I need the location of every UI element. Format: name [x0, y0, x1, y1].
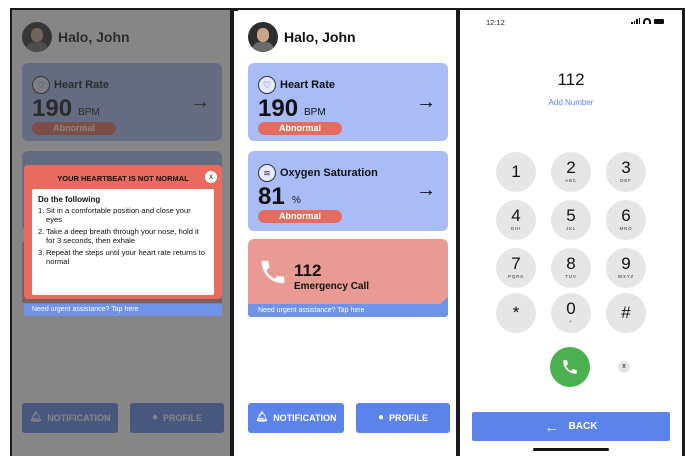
home-indicator [533, 448, 609, 451]
key-4[interactable]: 4 GHI [496, 200, 536, 240]
greeting-header: Halo, John [248, 22, 356, 52]
key-7[interactable]: 7 PQRS [496, 248, 536, 288]
heart-rate-title: Heart Rate [280, 79, 336, 91]
app-stage: Halo, John ♡ Heart Rate 190 BPM Abnormal… [0, 0, 685, 458]
urgent-assistance-link[interactable]: Need urgent assistance? Tap here [248, 297, 448, 317]
arrow-left-icon: ← [544, 418, 559, 435]
emergency-call-card[interactable]: 112 Emergency Call [248, 239, 448, 304]
modal-lead: Do the following [38, 195, 101, 204]
oxygen-saturation-card[interactable]: ≋ Oxygen Saturation 81 % Abnormal → [248, 151, 448, 231]
greeting-text: Halo, John [284, 29, 356, 45]
key-2[interactable]: 2 ABC [551, 152, 591, 192]
key-0[interactable]: 0 + [551, 293, 591, 333]
lungs-icon: ≋ [258, 164, 276, 182]
heart-rate-unit: BPM [304, 107, 326, 118]
screen-dialer: 12:12 112 Add Number 1 2 ABC 3 DEF 4 GHI 5J… [460, 10, 682, 456]
call-button[interactable] [550, 347, 590, 387]
dialed-number: 112 [557, 70, 585, 89]
key-1[interactable]: 1 [496, 152, 536, 192]
urgent-assistance-link[interactable]: Need urgent assistance? Tap here [24, 304, 222, 316]
modal-title: YOUR HEARTBEAT IS NOT NORMAL [57, 174, 189, 183]
emergency-label: Emergency Call [294, 281, 370, 292]
heart-rate-card[interactable]: ♡ Heart Rate 190 BPM Abnormal → [248, 63, 448, 141]
bell-icon: 🔔︎ [255, 412, 269, 423]
heart-icon: ♡ [258, 76, 276, 94]
signal-icon [631, 18, 641, 24]
modal-step: 1. Sit in a comfortable position and clo… [38, 206, 191, 224]
screen-heartbeat-alert: Halo, John ♡ Heart Rate 190 BPM Abnormal… [12, 10, 234, 456]
modal-step: 2. Take a deep breath through your nose,… [38, 227, 199, 245]
arrow-right-icon[interactable]: → [416, 91, 436, 114]
status-time: 12:12 [486, 18, 505, 27]
back-button[interactable]: ← BACK [472, 412, 670, 441]
notification-button[interactable]: 🔔︎ NOTIFICATION [248, 403, 344, 433]
close-icon[interactable]: x [205, 171, 217, 183]
avatar[interactable] [248, 22, 278, 52]
oxygen-status-badge: Abnormal [258, 210, 342, 223]
key-9[interactable]: 9 WXYZ [606, 248, 646, 288]
notification-label: NOTIFICATION [273, 413, 337, 423]
modal-body: Do the following 1. Sit in a comfortable… [32, 189, 214, 295]
key-star[interactable]: * [496, 293, 536, 333]
add-number-link[interactable]: Add Number [460, 98, 682, 107]
phone-icon [563, 360, 577, 374]
heart-rate-status-badge: Abnormal [258, 122, 342, 135]
battery-icon [654, 18, 664, 24]
oxygen-title: Oxygen Saturation [280, 167, 378, 179]
key-8[interactable]: 8 TUV [551, 248, 591, 288]
key-3[interactable]: 3 DEF [606, 152, 646, 192]
heartbeat-alert-modal: YOUR HEARTBEAT IS NOT NORMAL x Do the fo… [24, 165, 222, 299]
back-label: BACK [568, 421, 598, 432]
delete-icon[interactable]: x [618, 361, 630, 373]
profile-label: PROFILE [389, 413, 429, 423]
oxygen-value: 81 [258, 183, 285, 210]
heart-rate-value: 190 [258, 95, 299, 122]
status-icons [631, 18, 664, 24]
oxygen-unit: % [292, 195, 301, 206]
profile-button[interactable]: ● PROFILE [356, 403, 450, 433]
key-5[interactable]: 5 JKL [551, 200, 591, 240]
screen-dashboard: Halo, John ♡ Heart Rate 190 BPM Abnormal… [238, 10, 460, 456]
emergency-number: 112 [294, 261, 322, 280]
wifi-icon [643, 18, 651, 24]
arrow-right-icon[interactable]: → [416, 179, 436, 202]
modal-step: 3. Repeat the steps until your heart rat… [38, 248, 206, 266]
phone-icon [261, 260, 285, 284]
key-6[interactable]: 6 MNO [606, 200, 646, 240]
user-icon: ● [377, 412, 385, 423]
key-hash[interactable]: # [606, 293, 646, 333]
